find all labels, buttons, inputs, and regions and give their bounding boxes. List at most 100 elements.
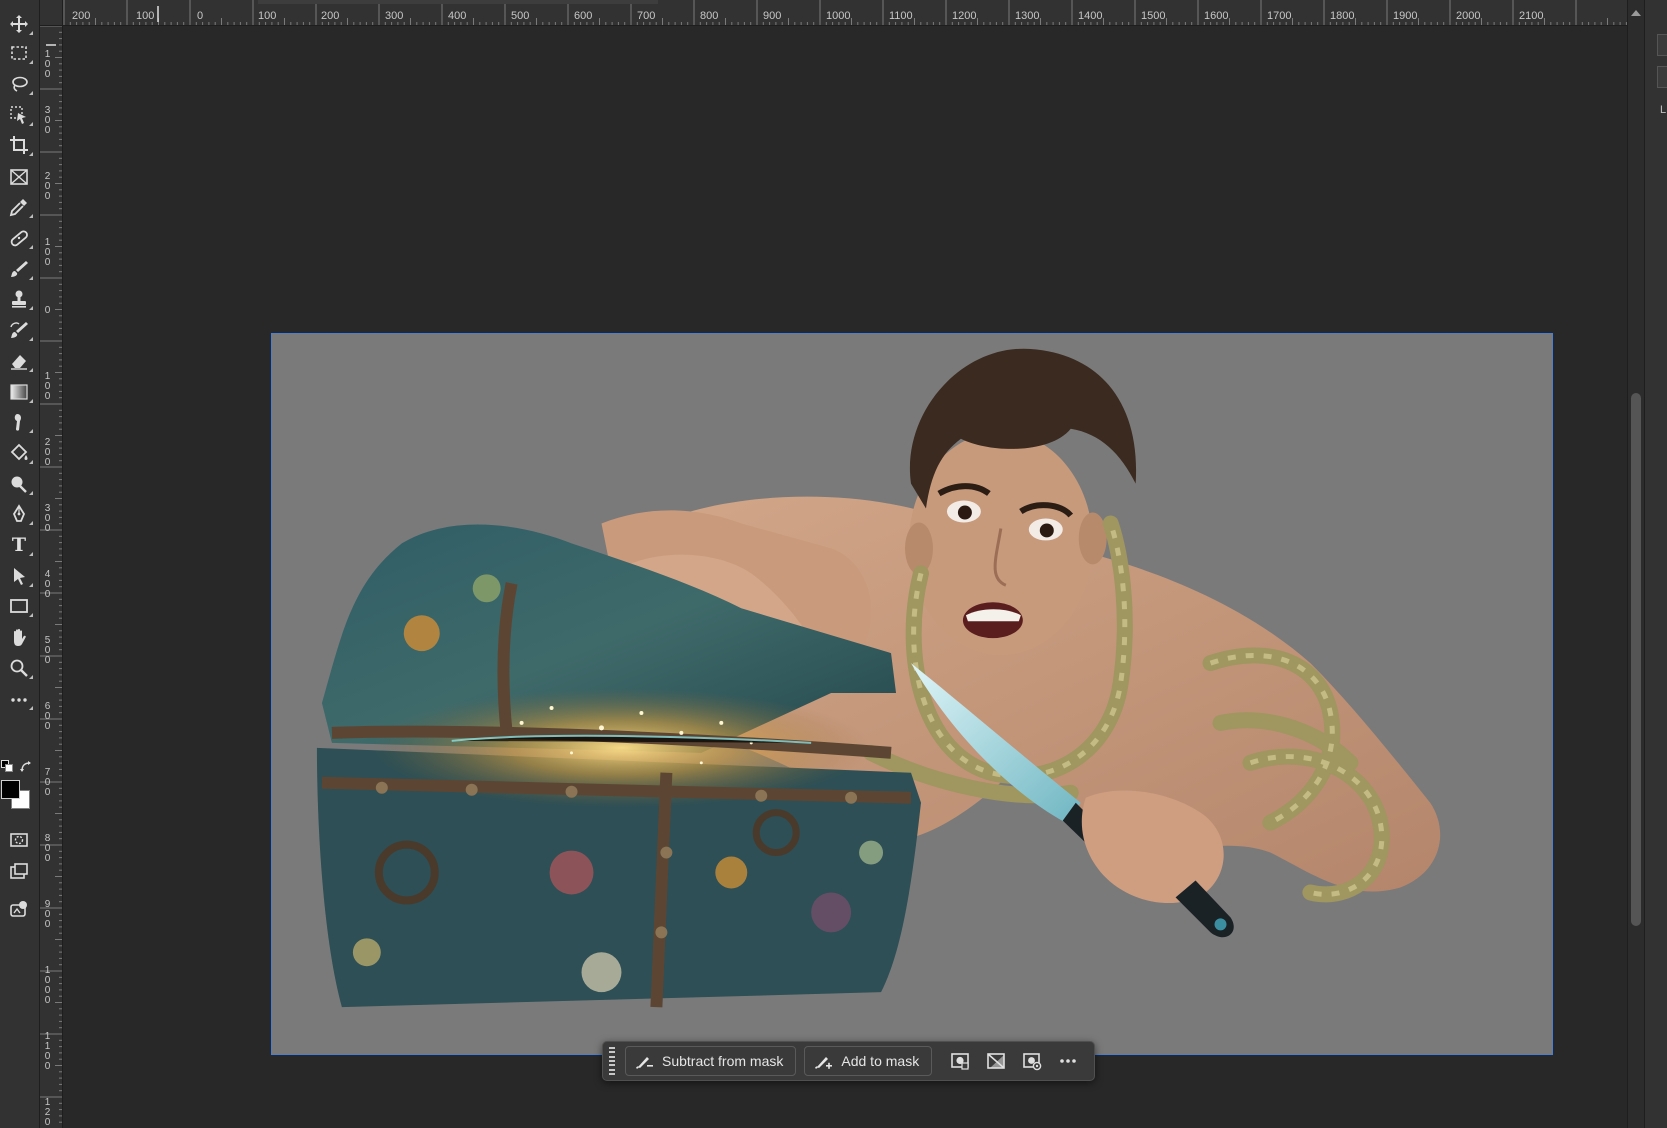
clone-stamp-tool[interactable]: [4, 285, 34, 313]
tool-group-indicator-icon: [29, 368, 33, 372]
add-brush-icon: [815, 1057, 833, 1069]
ruler-tick-label: 100: [44, 237, 51, 268]
zoom-tool[interactable]: [4, 654, 34, 682]
ruler-origin[interactable]: [40, 0, 63, 26]
tool-group-indicator-icon: [29, 460, 33, 464]
ruler-tick-label: 100: [136, 10, 155, 22]
swap-colors-icon[interactable]: [19, 760, 33, 774]
eraser-tool[interactable]: [4, 347, 34, 375]
tool-group-indicator-icon: [29, 429, 33, 433]
quick-mask-button[interactable]: [4, 826, 34, 854]
default-colors-icon[interactable]: [1, 760, 13, 772]
generative-fill-button[interactable]: [4, 895, 34, 923]
tool-group-indicator-icon: [29, 675, 33, 679]
subtract-from-mask-button[interactable]: Subtract from mask: [625, 1046, 797, 1076]
panel-tab[interactable]: [1657, 34, 1667, 56]
ruler-tick-label: 400: [448, 10, 467, 22]
more-options-button[interactable]: [1052, 1046, 1084, 1076]
ruler-tick-label: 800: [44, 833, 51, 864]
document-canvas[interactable]: [271, 333, 1553, 1055]
brush-tool[interactable]: [4, 255, 34, 283]
invert-mask-button[interactable]: [980, 1046, 1012, 1076]
ruler-tick-label: 900: [44, 899, 51, 930]
lasso-icon: [12, 76, 28, 92]
tool-group-indicator-icon: [29, 583, 33, 587]
pen-tool[interactable]: [4, 500, 34, 528]
ruler-tick-label: 1800: [1330, 10, 1355, 22]
more-icon: [11, 698, 27, 702]
dodge-tool[interactable]: [4, 470, 34, 498]
stamp-icon: [12, 290, 26, 308]
panel-tab[interactable]: [1657, 66, 1667, 88]
ruler-tick-label: 1600: [1204, 10, 1229, 22]
hand-tool[interactable]: [4, 623, 34, 651]
smudge-icon: [14, 414, 21, 431]
tool-group-indicator-icon: [29, 613, 33, 617]
path-selection-tool[interactable]: [4, 562, 34, 590]
add-to-mask-button[interactable]: Add to mask: [804, 1046, 933, 1076]
tool-group-indicator-icon: [29, 399, 33, 403]
move-tool[interactable]: [4, 10, 34, 38]
ruler-tick-label: 500: [511, 10, 530, 22]
eyedropper-tool[interactable]: [4, 193, 34, 221]
dodge-icon: [11, 476, 27, 493]
object-selection-tool[interactable]: [4, 101, 34, 129]
tool-group-indicator-icon: [29, 60, 33, 64]
screen-mode-button[interactable]: [4, 857, 34, 885]
canvas-artwork: [316, 348, 1441, 1008]
task-bar-grip-handle[interactable]: [609, 1047, 617, 1075]
ruler-tick-label: 700: [44, 767, 51, 798]
ruler-tick-label: 200: [321, 10, 340, 22]
paint-bucket-tool[interactable]: [4, 439, 34, 467]
vertical-ruler[interactable]: 100 300 200 100 0 100 200 300 400 500 600 700 800 900…: [40, 26, 63, 1128]
move-icon: [10, 15, 28, 33]
bandage-icon: [10, 230, 28, 247]
scroll-up-arrow-icon[interactable]: [1631, 10, 1641, 16]
ruler-tick-label: 1400: [1078, 10, 1103, 22]
ruler-tick-label: 2000: [1456, 10, 1481, 22]
tool-group-indicator-icon: [29, 337, 33, 341]
ruler-tick-label: 200: [44, 437, 51, 468]
subtract-brush-icon: [636, 1057, 653, 1069]
object-selection-icon: [10, 106, 26, 124]
ruler-tick-label: 500: [44, 635, 51, 666]
ruler-tick-label: 0: [197, 10, 204, 22]
crop-icon: [10, 136, 28, 154]
eraser-icon: [11, 355, 27, 370]
lasso-tool[interactable]: [4, 70, 34, 98]
document-workspace[interactable]: Subtract from mask Add to mask: [64, 27, 1627, 1128]
frame-tool[interactable]: [4, 163, 34, 191]
spot-healing-tool[interactable]: [4, 224, 34, 252]
pen-icon: [12, 504, 26, 522]
mask-options-button[interactable]: [944, 1046, 976, 1076]
ruler-tick-label: 300: [44, 503, 51, 534]
tool-group-indicator-icon: [29, 91, 33, 95]
edit-toolbar[interactable]: [4, 685, 34, 713]
crop-tool[interactable]: [4, 131, 34, 159]
ruler-tick-label: 0: [44, 305, 51, 316]
ruler-tick-label: 1000: [826, 10, 851, 22]
mask-view-icon: [1023, 1053, 1042, 1071]
smudge-tool[interactable]: [4, 408, 34, 436]
type-tool[interactable]: T: [4, 531, 34, 559]
vertical-scrollbar[interactable]: [1627, 0, 1644, 1128]
eyedropper-icon: [9, 199, 27, 217]
color-swatches: [0, 758, 40, 820]
mask-view-button[interactable]: [1016, 1046, 1048, 1076]
tool-group-indicator-icon: [29, 706, 33, 710]
ruler-tick-label: 1500: [1141, 10, 1166, 22]
rectangle-tool[interactable]: [4, 592, 34, 620]
rectangle-icon: [10, 599, 28, 613]
scrollbar-thumb[interactable]: [1631, 393, 1641, 926]
tools-panel: T: [0, 0, 40, 1128]
rectangular-marquee-tool[interactable]: [4, 39, 34, 67]
history-brush-tool[interactable]: [4, 316, 34, 344]
tool-group-indicator-icon: [29, 31, 33, 35]
screen-mode-icon: [10, 863, 28, 879]
ruler-tick-label: 1700: [1267, 10, 1292, 22]
gradient-tool[interactable]: [4, 378, 34, 406]
foreground-color-swatch[interactable]: [1, 780, 20, 799]
horizontal-ruler[interactable]: 200 100 0 100 200 300 400 500 600 700 800 900 1000 11…: [40, 0, 1627, 26]
ruler-tick-label: 100: [44, 371, 51, 402]
ruler-tick-label: 2100: [1519, 10, 1544, 22]
